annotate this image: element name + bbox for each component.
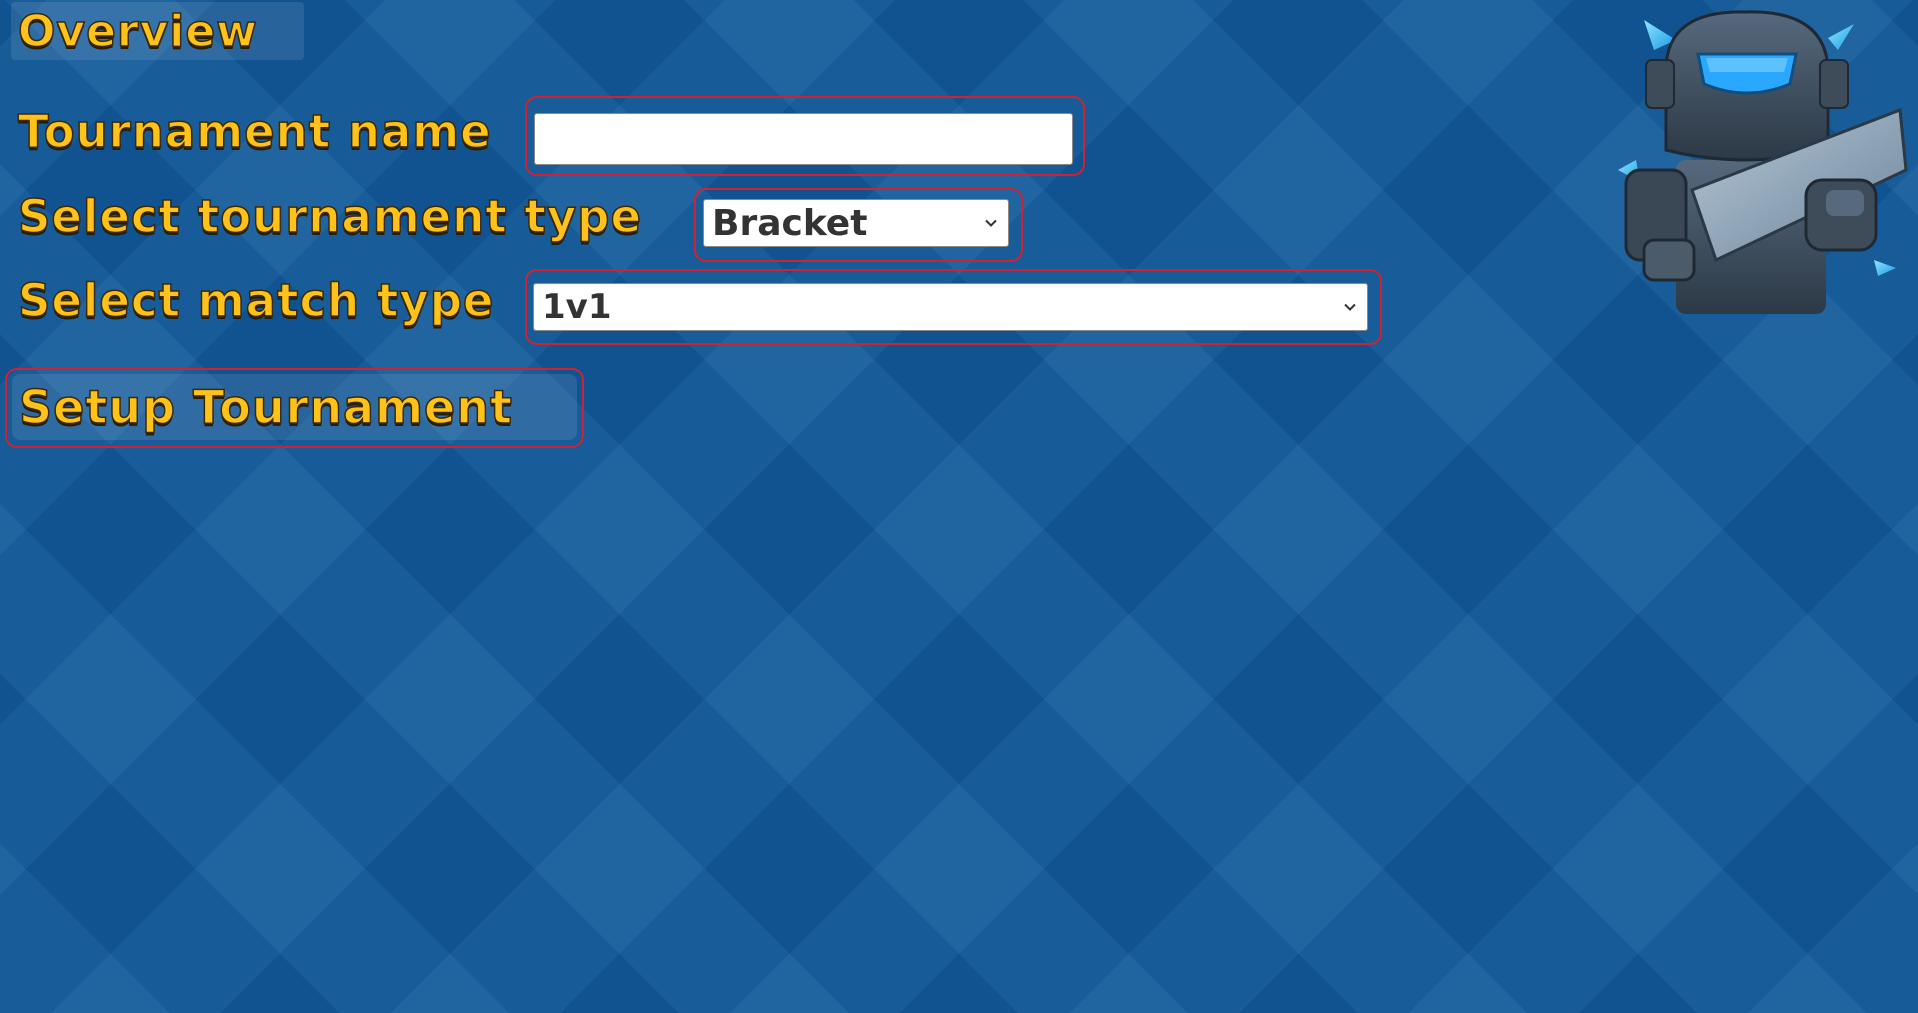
mini-pekka-character-icon — [1618, 10, 1908, 314]
tournament-type-value: Bracket — [712, 202, 868, 244]
tournament-name-label: Tournament name — [17, 104, 492, 159]
setup-tournament-button[interactable]: Setup Tournament — [12, 374, 577, 440]
page-title-box: Overview — [11, 2, 304, 60]
setup-tournament-label: Setup Tournament — [18, 379, 513, 435]
chevron-down-icon — [985, 219, 997, 227]
chevron-down-icon — [1344, 303, 1356, 311]
tournament-type-select[interactable]: Bracket — [703, 199, 1009, 247]
match-type-value: 1v1 — [542, 287, 612, 327]
match-type-select[interactable]: 1v1 — [533, 283, 1368, 331]
page-title: Overview — [17, 5, 258, 58]
tournament-name-input[interactable] — [534, 113, 1073, 165]
tournament-type-label: Select tournament type — [17, 189, 642, 244]
match-type-label: Select match type — [17, 273, 495, 328]
